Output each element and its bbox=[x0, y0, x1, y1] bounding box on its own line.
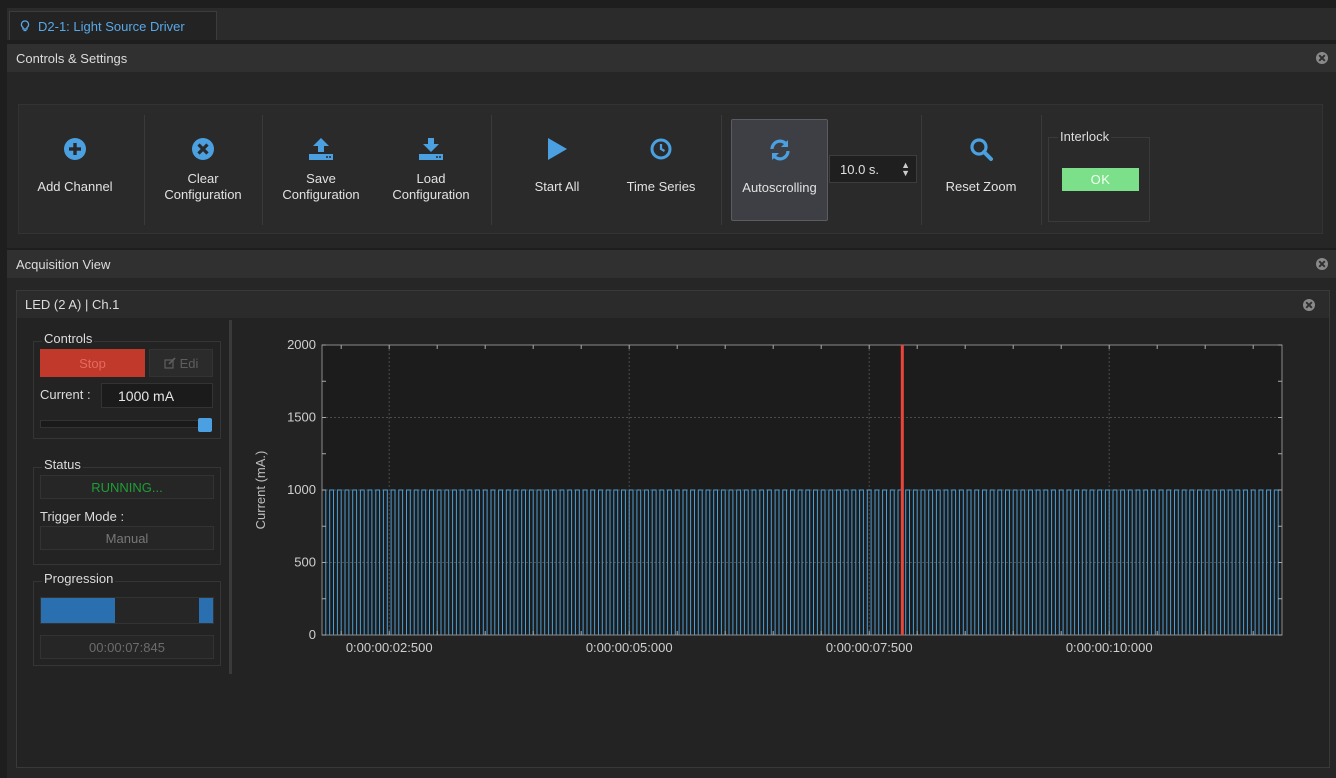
panel-splitter[interactable] bbox=[229, 320, 232, 674]
tab-light-source-driver[interactable]: D2-1: Light Source Driver bbox=[9, 11, 217, 40]
load-configuration-label: Load Configuration bbox=[392, 171, 470, 202]
clock-icon bbox=[650, 138, 672, 160]
stop-button[interactable]: Stop bbox=[40, 349, 145, 377]
plus-circle-icon bbox=[64, 138, 86, 160]
toolbar-separator bbox=[921, 115, 922, 225]
add-channel-button[interactable]: Add Channel bbox=[27, 119, 123, 221]
start-all-button[interactable]: Start All bbox=[507, 119, 607, 221]
controls-settings-title: Controls & Settings bbox=[16, 50, 128, 66]
current-label: Current : bbox=[40, 387, 91, 402]
trigger-mode-label: Trigger Mode : bbox=[40, 509, 125, 524]
controls-settings-header: Controls & Settings bbox=[7, 44, 1336, 72]
current-slider[interactable] bbox=[40, 420, 202, 428]
current-slider-handle[interactable] bbox=[198, 418, 212, 432]
y-tick-label: 1500 bbox=[287, 410, 316, 425]
close-icon[interactable] bbox=[1303, 299, 1315, 311]
load-configuration-button[interactable]: Load Configuration bbox=[381, 119, 481, 221]
clear-configuration-button[interactable]: Clear Configuration bbox=[153, 119, 253, 221]
download-icon bbox=[419, 138, 443, 160]
add-channel-label: Add Channel bbox=[37, 179, 113, 194]
acquisition-view-header: Acquisition View bbox=[7, 250, 1336, 278]
y-axis-label: Current (mA.) bbox=[253, 451, 268, 530]
y-tick-label: 1000 bbox=[287, 482, 316, 497]
play-icon bbox=[548, 138, 567, 160]
close-icon[interactable] bbox=[1316, 52, 1328, 64]
close-icon[interactable] bbox=[1316, 258, 1328, 270]
channel-header: LED (2 A) | Ch.1 bbox=[17, 291, 1329, 318]
progress-bar-end bbox=[199, 598, 213, 623]
edit-label: Edi bbox=[179, 355, 199, 371]
time-series-button[interactable]: Time Series bbox=[611, 119, 711, 221]
toolbar-separator bbox=[491, 115, 492, 225]
magnifier-icon bbox=[970, 138, 993, 161]
start-all-label: Start All bbox=[534, 179, 580, 194]
toolbar-separator bbox=[262, 115, 263, 225]
status-group-label: Status bbox=[42, 457, 83, 472]
reset-zoom-button[interactable]: Reset Zoom bbox=[931, 119, 1031, 221]
save-configuration-button[interactable]: Save Configuration bbox=[271, 119, 371, 221]
interlock-status-indicator: OK bbox=[1062, 168, 1139, 191]
progression-group-label: Progression bbox=[42, 571, 116, 586]
lightbulb-icon bbox=[20, 20, 30, 32]
autoscrolling-toggle[interactable]: Autoscrolling bbox=[731, 119, 828, 221]
y-tick-label: 500 bbox=[294, 555, 316, 570]
y-tick-label: 0 bbox=[309, 627, 316, 642]
toolbar-separator bbox=[144, 115, 145, 225]
toolbar: Add Channel Clear Configuration Save Con… bbox=[18, 104, 1323, 234]
save-configuration-label: Save Configuration bbox=[282, 171, 360, 202]
progress-bar-fill bbox=[41, 598, 115, 623]
acquisition-view-title: Acquisition View bbox=[16, 256, 111, 272]
controls-group-label: Controls bbox=[42, 331, 95, 346]
x-tick-label: 0:00:00:02:500 bbox=[346, 640, 433, 655]
scroll-window-spinbox[interactable]: 10.0 s. ▲ ▼ bbox=[829, 155, 917, 183]
edit-icon bbox=[163, 357, 176, 369]
edit-button[interactable]: Edi bbox=[149, 349, 213, 377]
x-tick-label: 0:00:00:07:500 bbox=[826, 640, 913, 655]
time-series-label: Time Series bbox=[626, 179, 696, 194]
close-circle-icon bbox=[192, 138, 214, 160]
spin-arrows-icon[interactable]: ▲ ▼ bbox=[901, 161, 910, 178]
clear-configuration-label: Clear Configuration bbox=[164, 171, 242, 202]
toolbar-separator bbox=[721, 115, 722, 225]
current-input[interactable]: 1000 mA bbox=[101, 383, 213, 408]
x-tick-label: 0:00:00:05:000 bbox=[586, 640, 673, 655]
upload-icon bbox=[309, 138, 333, 160]
toolbar-separator bbox=[1041, 115, 1042, 225]
status-value: RUNNING... bbox=[40, 475, 214, 499]
refresh-icon bbox=[769, 139, 790, 161]
channel-title: LED (2 A) | Ch.1 bbox=[25, 297, 120, 312]
reset-zoom-label: Reset Zoom bbox=[945, 179, 1017, 194]
x-tick-label: 0:00:00:10:000 bbox=[1066, 640, 1153, 655]
interlock-label: Interlock bbox=[1058, 129, 1112, 144]
current-chart[interactable]: 0 500 1000 1500 2000 0:00:00:02:500 0:00:00:05… bbox=[240, 330, 1310, 670]
scroll-window-value: 10.0 s. bbox=[840, 161, 880, 177]
trigger-mode-value: Manual bbox=[40, 526, 214, 550]
tab-title: D2-1: Light Source Driver bbox=[38, 18, 185, 34]
y-tick-label: 2000 bbox=[287, 337, 316, 352]
autoscrolling-label: Autoscrolling bbox=[742, 180, 817, 195]
elapsed-time: 00:00:07:845 bbox=[40, 635, 214, 659]
